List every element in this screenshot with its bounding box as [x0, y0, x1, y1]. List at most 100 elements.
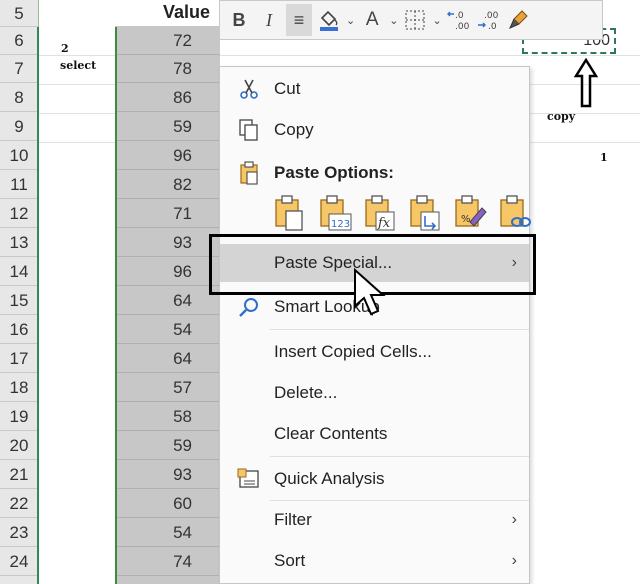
annotation-copy: copy: [547, 110, 576, 123]
row-header-10[interactable]: 10: [0, 142, 38, 170]
menu-filter[interactable]: Filter ›: [220, 503, 529, 537]
mouse-pointer-icon: [354, 268, 386, 316]
increase-decimal-icon: .00 .0: [477, 11, 499, 32]
quick-analysis-icon: [236, 466, 262, 492]
row-header-14[interactable]: 14: [0, 258, 38, 286]
value-cell[interactable]: 82: [117, 171, 220, 199]
row-header-13[interactable]: 13: [0, 229, 38, 257]
menu-sort[interactable]: Sort ›: [220, 544, 529, 578]
annotation-select: select: [60, 59, 97, 72]
menu-quick-analysis[interactable]: Quick Analysis: [220, 462, 529, 496]
value-cell[interactable]: 59: [117, 113, 220, 141]
value-cell[interactable]: 71: [117, 200, 220, 228]
value-cell[interactable]: 93: [117, 461, 220, 489]
row-header-6[interactable]: 6: [0, 27, 38, 55]
svg-text:123: 123: [331, 219, 350, 230]
fill-color-dropdown-icon[interactable]: ⌄: [346, 14, 355, 27]
value-cell[interactable]: 93: [117, 229, 220, 257]
value-cell[interactable]: 54: [117, 519, 220, 547]
value-cell[interactable]: 57: [117, 374, 220, 402]
menu-copy-label: Copy: [274, 120, 314, 139]
increase-decimal-button[interactable]: .00 .0: [476, 4, 502, 36]
bold-button[interactable]: B: [226, 4, 252, 36]
value-cell[interactable]: 78: [117, 55, 220, 83]
svg-text:.00: .00: [455, 22, 470, 32]
value-cell[interactable]: 64: [117, 287, 220, 315]
row-header-19[interactable]: 19: [0, 403, 38, 431]
value-column-selection[interactable]: 72 78 86 59 96 82 71 93 96 64 54 64 57 5…: [115, 27, 220, 584]
paste-formulas-icon[interactable]: fx: [362, 194, 398, 232]
mini-toolbar: B I ≡ ⌄ A ⌄ ⌄ .0 .00 .00 .0: [219, 0, 603, 40]
row-header-18[interactable]: 18: [0, 374, 38, 402]
menu-copy[interactable]: Copy: [220, 113, 529, 147]
row-header-22[interactable]: 22: [0, 490, 38, 518]
menu-sort-label: Sort: [274, 551, 306, 570]
paste-options-group: 123 fx %: [272, 194, 542, 238]
menu-separator: [270, 500, 529, 501]
svg-text:%: %: [461, 214, 471, 225]
italic-button[interactable]: I: [256, 4, 282, 36]
row-header-24[interactable]: 24: [0, 548, 38, 576]
decrease-decimal-button[interactable]: .0 .00: [446, 4, 472, 36]
menu-delete[interactable]: Delete...: [220, 376, 529, 410]
chevron-right-icon: ›: [511, 552, 517, 569]
row-header-21[interactable]: 21: [0, 461, 38, 489]
font-color-dropdown-icon[interactable]: ⌄: [389, 14, 398, 27]
column-a[interactable]: 2 select: [39, 0, 115, 584]
fill-color-button[interactable]: [316, 4, 342, 36]
menu-clear-contents-label: Clear Contents: [274, 424, 388, 443]
value-cell[interactable]: 96: [117, 258, 220, 286]
value-cell[interactable]: 54: [117, 316, 220, 344]
row-header-15[interactable]: 15: [0, 287, 38, 315]
value-cell[interactable]: 60: [117, 490, 220, 518]
value-cell[interactable]: 74: [117, 548, 220, 576]
row-header-16[interactable]: 16: [0, 316, 38, 344]
paint-bucket-icon: [320, 10, 338, 31]
menu-filter-label: Filter: [274, 510, 312, 529]
borders-dropdown-icon[interactable]: ⌄: [432, 14, 441, 27]
row-header-7[interactable]: 7: [0, 55, 38, 83]
borders-button[interactable]: [402, 4, 428, 36]
value-cell[interactable]: 86: [117, 84, 220, 112]
menu-cut[interactable]: Cut: [220, 72, 529, 106]
row-header-17[interactable]: 17: [0, 345, 38, 373]
arrow-up-icon: [574, 58, 598, 108]
paste-link-icon[interactable]: [497, 194, 533, 232]
svg-text:fx: fx: [377, 216, 391, 231]
value-cell[interactable]: 64: [117, 345, 220, 373]
paste-icon[interactable]: [272, 194, 308, 232]
paste-options-label: Paste Options:: [274, 163, 394, 182]
decrease-decimal-icon: .0 .00: [446, 11, 470, 32]
search-icon: [236, 294, 262, 320]
menu-cut-label: Cut: [274, 79, 301, 98]
row-header-23[interactable]: 23: [0, 519, 38, 547]
menu-separator: [270, 456, 529, 457]
format-painter-button[interactable]: [506, 4, 532, 36]
row-header-12[interactable]: 12: [0, 200, 38, 228]
value-cell[interactable]: 72: [117, 27, 220, 55]
value-cell[interactable]: 58: [117, 403, 220, 431]
menu-paste-options-header: Paste Options:: [220, 156, 529, 190]
svg-text:.00: .00: [484, 11, 499, 21]
paste-transpose-icon[interactable]: [407, 194, 443, 232]
row-header-9[interactable]: 9: [0, 113, 38, 141]
svg-text:.0: .0: [488, 22, 497, 32]
font-color-letter: A: [365, 9, 379, 30]
annotation-step2-number: 2: [61, 42, 69, 55]
menu-insert-copied-cells[interactable]: Insert Copied Cells...: [220, 335, 529, 369]
paste-formatting-icon[interactable]: %: [452, 194, 488, 232]
value-cell[interactable]: 59: [117, 432, 220, 460]
context-menu: Cut Copy Paste Options: 123 fx % Paste S…: [219, 66, 531, 584]
font-color-button[interactable]: A: [359, 4, 385, 36]
value-column-header[interactable]: Value: [115, 0, 220, 27]
paste-values-icon[interactable]: 123: [317, 194, 353, 232]
row-header-5[interactable]: 5: [0, 0, 38, 27]
menu-clear-contents[interactable]: Clear Contents: [220, 417, 529, 451]
row-header-11[interactable]: 11: [0, 171, 38, 199]
row-header-8[interactable]: 8: [0, 84, 38, 112]
center-align-button[interactable]: ≡: [286, 4, 312, 36]
row-header-20[interactable]: 20: [0, 432, 38, 460]
annotation-step1-number: 1: [600, 151, 608, 164]
scissors-icon: [236, 76, 262, 102]
value-cell[interactable]: 96: [117, 142, 220, 170]
